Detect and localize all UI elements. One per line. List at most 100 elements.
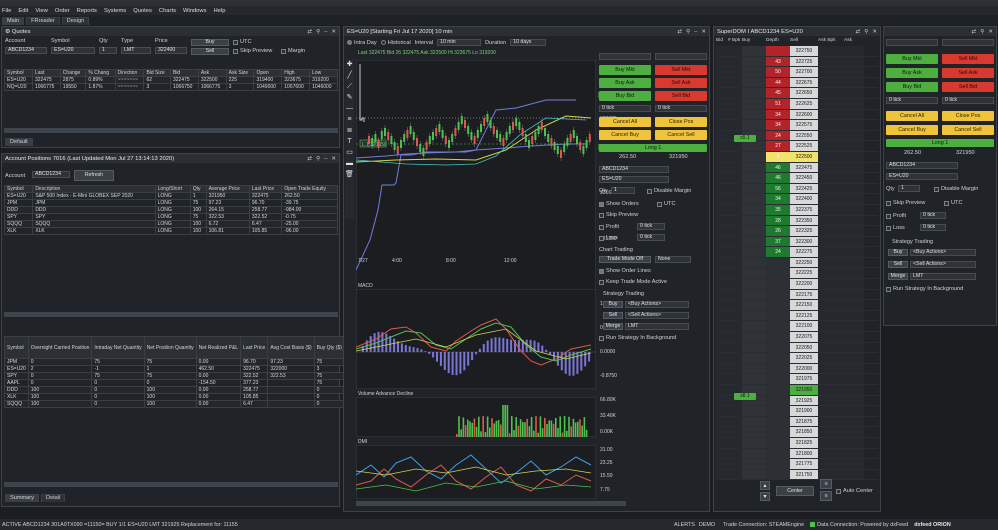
dom-ask-bpk-cell[interactable] — [818, 406, 844, 416]
positions-account-select[interactable]: ABCD1234 — [32, 171, 70, 178]
symbol-input[interactable]: ES=U20 — [51, 47, 95, 54]
dom-ask-cell[interactable] — [844, 416, 864, 427]
link-icon[interactable]: ⇄ — [677, 29, 682, 35]
account-select[interactable]: ABCD1234 — [5, 47, 47, 54]
dom-bid-bpk-cell[interactable] — [728, 88, 742, 98]
rt-tick-buy[interactable]: 0 tick — [886, 97, 938, 104]
dom-buy-cell[interactable] — [742, 416, 766, 427]
dom-ask-cell[interactable] — [844, 194, 864, 204]
dom-buy-cell[interactable] — [742, 204, 766, 215]
workspace-tab-design[interactable]: Design — [61, 17, 90, 25]
dom-depth-cell[interactable]: 34 — [766, 109, 790, 120]
rt-buy-mkt-button[interactable]: Buy Mkt — [886, 54, 938, 64]
pin-icon[interactable]: ⚲ — [316, 156, 320, 162]
minimize-icon[interactable]: – — [324, 29, 327, 35]
dom-ask-bpk-cell[interactable] — [818, 363, 844, 374]
dom-ask-bpk-cell[interactable] — [818, 162, 844, 173]
dom-depth-cell[interactable]: 34 — [766, 120, 790, 130]
trade-utc-check-box[interactable] — [657, 201, 662, 207]
buy-ask-button[interactable]: Buy Ask — [599, 78, 651, 88]
rt-strategy-merge-button[interactable]: Merge — [888, 273, 908, 280]
utc-checkbox[interactable]: UTC — [233, 39, 252, 45]
buy-mkt-button[interactable]: Buy Mkt — [599, 65, 651, 75]
dom-buy-order-tag[interactable]: x8 1 — [734, 393, 756, 400]
dom-depth-cell[interactable] — [766, 395, 790, 406]
skip-preview-checkbox[interactable]: Skip Preview — [233, 48, 272, 54]
dom-buy-cell[interactable] — [742, 98, 766, 109]
dom-ask-cell[interactable] — [844, 183, 864, 194]
dom-ask-bpk-cell[interactable] — [818, 194, 844, 204]
dom-bid-cell[interactable] — [716, 385, 728, 395]
quotes-row[interactable]: NQ=U20 1066775 19550 1.87% ~~~~~~~ 3 1066750 10… — [4, 83, 338, 91]
dom-row[interactable]: 321800 — [716, 448, 878, 460]
radio-dot[interactable] — [380, 40, 386, 45]
dom-ask-cell[interactable] — [844, 459, 864, 469]
dom-bid-bpk-cell[interactable] — [728, 406, 742, 416]
dom-price-cell[interactable]: 321875 — [790, 416, 818, 427]
dom-ask-cell[interactable] — [844, 332, 864, 342]
show-order-lines-checkbox[interactable]: Show Order Lines — [599, 268, 651, 274]
menu-help[interactable]: Help — [214, 8, 226, 14]
dom-row[interactable]: 4 322500 — [716, 151, 878, 163]
dom-depth-cell[interactable]: 46 — [766, 162, 790, 173]
dom-bid-cell[interactable] — [716, 279, 728, 289]
dom-ask-cell[interactable] — [844, 321, 864, 332]
sell-bid-button[interactable]: Sell Bid — [655, 91, 707, 101]
close-icon[interactable]: ✕ — [331, 156, 336, 162]
trade-utc-checkbox[interactable]: UTC — [657, 201, 676, 207]
dom-price-cell[interactable]: 322025 — [790, 353, 818, 363]
text-tool-icon[interactable]: T — [345, 136, 354, 147]
dom-price-cell[interactable]: 322700 — [790, 67, 818, 77]
dom-row[interactable]: 322250 — [716, 257, 878, 269]
dom-price-cell[interactable]: 322175 — [790, 289, 818, 300]
rt-account-select[interactable]: ABCD1234 — [886, 162, 958, 169]
dom-ask-cell[interactable] — [844, 162, 864, 173]
dom-bid-cell[interactable] — [716, 183, 728, 194]
dom-ask-bpk-cell[interactable] — [818, 321, 844, 332]
dom-row[interactable]: 43 322725 — [716, 56, 878, 68]
dom-bid-cell[interactable] — [716, 268, 728, 279]
tick-offset-sell[interactable]: 0 tick — [655, 105, 707, 112]
fib-tool-icon[interactable]: ≣ — [345, 125, 354, 136]
margin-check-box[interactable] — [281, 48, 286, 54]
dom-ask-cell[interactable] — [844, 437, 864, 448]
dom-bid-cell[interactable] — [716, 332, 728, 342]
link-icon[interactable]: ⇄ — [307, 156, 312, 162]
rt-run-background-checkbox[interactable]: Run Strategy In Background — [886, 286, 963, 292]
price-input[interactable]: 322400 — [155, 47, 187, 54]
dom-ask-cell[interactable] — [844, 300, 864, 310]
summary-scrollbar[interactable] — [4, 482, 338, 487]
dom-bid-cell[interactable] — [716, 289, 728, 300]
dom-buy-cell[interactable] — [742, 109, 766, 120]
dom-depth-cell[interactable] — [766, 437, 790, 448]
rt-sell-bid-button[interactable]: Sell Bid — [942, 82, 994, 92]
show-orders-checkbox[interactable]: Show Orders — [599, 201, 639, 207]
dom-bid-cell[interactable] — [716, 374, 728, 384]
dom-ask-cell[interactable] — [844, 353, 864, 363]
dom-buy-cell[interactable] — [742, 427, 766, 437]
dom-bid-cell[interactable] — [716, 56, 728, 67]
close-pos-button[interactable]: Close Pos — [655, 117, 707, 127]
dom-buy-cell[interactable] — [742, 183, 766, 194]
dom-bid-cell[interactable] — [716, 427, 728, 437]
dom-row[interactable]: 34 322600 — [716, 109, 878, 121]
cancel-sell-button[interactable]: Cancel Sell — [655, 130, 707, 140]
dom-depth-cell[interactable] — [766, 469, 790, 480]
dom-bid-bpk-cell[interactable] — [728, 162, 742, 173]
dom-bid-bpk-cell[interactable] — [728, 416, 742, 427]
menu-charts[interactable]: Charts — [159, 8, 176, 14]
dom-depth-cell[interactable] — [766, 279, 790, 289]
auto-center-check-box[interactable] — [836, 488, 841, 494]
dom-row[interactable]: 46 322475 — [716, 162, 878, 174]
dom-bid-bpk-cell[interactable] — [728, 374, 742, 384]
dom-price-cell[interactable]: 322725 — [790, 56, 818, 67]
dom-ask-cell[interactable] — [844, 141, 864, 151]
dom-bid-cell[interactable] — [716, 395, 728, 406]
dom-bid-bpk-cell[interactable] — [728, 141, 742, 151]
sell-button[interactable]: Sell — [191, 48, 229, 55]
dom-depth-cell[interactable]: 45 — [766, 88, 790, 98]
dom-bid-cell[interactable] — [716, 141, 728, 151]
dom-bid-cell[interactable] — [716, 173, 728, 183]
trade-mode-button[interactable]: Trade Mode Off — [599, 256, 651, 263]
menu-systems[interactable]: Systems — [104, 8, 126, 14]
